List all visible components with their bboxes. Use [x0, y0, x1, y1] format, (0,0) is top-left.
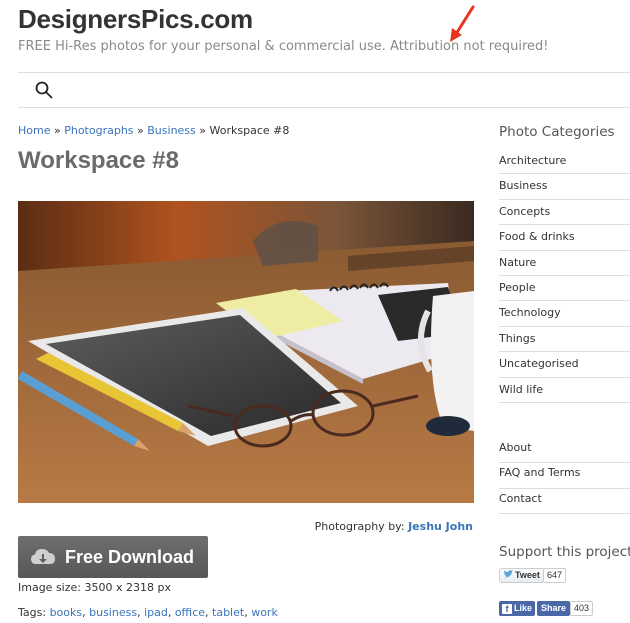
facebook-icon: f [502, 604, 512, 614]
facebook-share-button[interactable]: Share [537, 601, 571, 616]
photo-credit: Photography by: Jeshu John [315, 520, 473, 533]
tweet-label: Tweet [515, 570, 540, 580]
image-size: Image size: 3500 x 2318 px [18, 581, 171, 594]
tag-link[interactable]: tablet [212, 606, 244, 619]
tag-link[interactable]: office [175, 606, 205, 619]
breadcrumb-photographs[interactable]: Photographs [64, 124, 133, 137]
tweet-count: 647 [543, 568, 567, 583]
tag-link[interactable]: work [251, 606, 278, 619]
tag-link[interactable]: books [50, 606, 83, 619]
category-item-uncategorised[interactable]: Uncategorised [499, 352, 630, 378]
credit-label: Photography by: [314, 520, 405, 533]
support-heading: Support this project [499, 544, 630, 560]
category-item-people[interactable]: People [499, 276, 630, 302]
page-link-contact[interactable]: Contact [499, 489, 630, 515]
facebook-like-button[interactable]: f Like [499, 601, 536, 616]
share-count: 403 [570, 601, 594, 616]
page-links: About FAQ and Terms Contact [499, 438, 630, 515]
twitter-bird-icon [503, 570, 514, 578]
site-title[interactable]: DesignersPics.com [18, 4, 253, 35]
tag-list: Tags: books, business, ipad, office, tab… [18, 606, 278, 619]
category-item-wild-life[interactable]: Wild life [499, 378, 630, 403]
search-icon[interactable] [35, 81, 53, 99]
category-item-business[interactable]: Business [499, 174, 630, 200]
category-item-architecture[interactable]: Architecture [499, 149, 630, 175]
fb-like-label: Like [514, 603, 533, 613]
category-item-concepts[interactable]: Concepts [499, 200, 630, 226]
sidebar: Photo Categories Architecture Business C… [499, 124, 630, 403]
categories-heading: Photo Categories [499, 124, 615, 140]
category-item-things[interactable]: Things [499, 327, 630, 353]
category-item-nature[interactable]: Nature [499, 251, 630, 276]
breadcrumb-current: Workspace #8 [209, 124, 290, 137]
breadcrumb-separator: » [199, 124, 207, 137]
tag-link[interactable]: ipad [144, 606, 168, 619]
search-bar [18, 72, 630, 108]
page-title: Workspace #8 [18, 147, 179, 174]
free-download-button[interactable]: Free Download [18, 536, 208, 578]
tweet-button[interactable]: Tweet [499, 568, 545, 583]
breadcrumb-home[interactable]: Home [18, 124, 50, 137]
category-item-food-drinks[interactable]: Food & drinks [499, 225, 630, 251]
tag-link[interactable]: business [89, 606, 137, 619]
photographer-link[interactable]: Jeshu John [408, 520, 473, 533]
category-item-technology[interactable]: Technology [499, 301, 630, 327]
category-list: Architecture Business Concepts Food & dr… [499, 149, 630, 403]
page-link-faq[interactable]: FAQ and Terms [499, 463, 630, 489]
breadcrumb-separator: » [53, 124, 61, 137]
breadcrumb-separator: » [137, 124, 144, 137]
annotation-arrow-icon [450, 5, 475, 42]
breadcrumb-business[interactable]: Business [147, 124, 196, 137]
tags-label: Tags: [18, 606, 47, 619]
breadcrumb: Home » Photographs » Business » Workspac… [18, 124, 289, 137]
page-link-about[interactable]: About [499, 438, 630, 464]
cloud-download-icon [31, 549, 55, 564]
download-label: Free Download [65, 547, 195, 567]
workspace-photo[interactable] [18, 201, 474, 503]
